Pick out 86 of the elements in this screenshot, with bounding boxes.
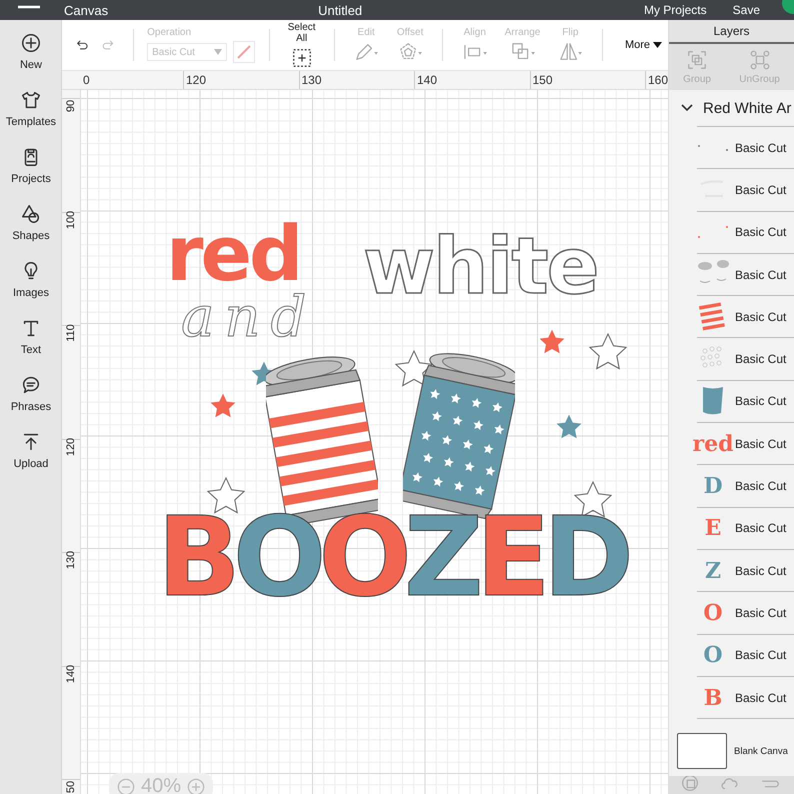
- lettering-character: O: [232, 502, 318, 612]
- layer-thumbnail: D: [703, 475, 723, 498]
- layer-row[interactable]: Basic Cut: [697, 380, 794, 422]
- toolbar-button[interactable]: Select All: [284, 22, 320, 68]
- panel-title: Layers: [669, 20, 794, 44]
- group-icon: [686, 49, 708, 71]
- ruler-label: 120: [65, 437, 77, 456]
- ruler-label: 130: [65, 550, 77, 570]
- operation-label: Operation: [147, 27, 192, 38]
- bold-lettering: red: [166, 216, 300, 292]
- layer-label: Basic Cut: [735, 479, 786, 494]
- outlined-lettering: white: [363, 228, 598, 306]
- header-link[interactable]: Save: [732, 3, 760, 17]
- layer-row[interactable]: O Basic Cut: [697, 591, 794, 634]
- sidebar-item[interactable]: Text: [0, 317, 62, 356]
- layer-group-header[interactable]: Red White Ar: [669, 90, 794, 126]
- layer-row[interactable]: E Basic Cut: [697, 506, 794, 549]
- lettering-character: O: [318, 502, 404, 612]
- layer-label: Basic Cut: [735, 352, 786, 366]
- layer-row[interactable]: Basic Cut: [697, 337, 794, 380]
- ruler-label: 90: [65, 100, 77, 112]
- layer-row[interactable]: D Basic Cut: [697, 464, 794, 507]
- layer-label: Basic Cut: [735, 606, 786, 620]
- sidebar-item[interactable]: Shapes: [0, 203, 62, 242]
- layer-label: Basic Cut: [735, 225, 786, 240]
- layer-label: Basic Cut: [735, 521, 786, 536]
- ruler-label: 110: [65, 324, 77, 342]
- ruler-label: 100: [65, 210, 77, 229]
- layer-row[interactable]: Z Basic Cut: [697, 548, 794, 592]
- ruler-label: 50: [65, 780, 77, 794]
- lettering-character: E: [476, 502, 543, 612]
- ruler-label: 140: [65, 664, 77, 683]
- layer-label: Basic Cut: [735, 690, 786, 704]
- plus-circle-icon: [20, 32, 42, 54]
- ruler-label: 150: [530, 71, 645, 89]
- layer-row[interactable]: O Basic Cut: [697, 634, 794, 676]
- speech-bubble-icon: [20, 374, 42, 396]
- layer-row[interactable]: Basic Cut: [697, 252, 794, 296]
- lettering-character: Z: [404, 502, 476, 612]
- ungroup-icon: [748, 49, 771, 71]
- sidebar-item[interactable]: Images: [0, 260, 62, 299]
- ruler-label: 0: [82, 72, 91, 89]
- layer-thumbnail: E: [704, 517, 722, 540]
- layer-thumbnail: B: [704, 686, 722, 708]
- color-swatch-icon[interactable]: [233, 41, 256, 63]
- zoom-out-icon[interactable]: [117, 778, 135, 794]
- ruler-label: 130: [298, 71, 414, 89]
- sidebar-item[interactable]: Projects: [0, 146, 62, 185]
- canvas-swatch[interactable]: [677, 733, 727, 770]
- caret-icon: [653, 42, 662, 48]
- sidebar-item[interactable]: Templates: [0, 89, 62, 128]
- sidebar-item[interactable]: New: [0, 32, 62, 71]
- header-link[interactable]: My Projects: [644, 3, 707, 17]
- layer-label: Basic Cut: [735, 182, 786, 197]
- layer-label: Basic Cut: [735, 268, 786, 282]
- shirt-icon: [20, 89, 42, 111]
- canvas-label: Blank Canva: [734, 746, 788, 757]
- layer-row[interactable]: Basic Cut: [697, 210, 794, 253]
- layer-label: Basic Cut: [735, 140, 786, 155]
- layer-row[interactable]: B Basic Cut: [697, 676, 794, 720]
- zoom-in-icon[interactable]: [187, 778, 206, 794]
- layer-row[interactable]: Basic Cut: [697, 295, 794, 338]
- lettering-character: B: [157, 502, 233, 612]
- layer-thumbnail: O: [703, 602, 723, 624]
- layer-label: Basic Cut: [735, 648, 786, 662]
- layer-row[interactable]: Basic Cut: [697, 126, 794, 168]
- layer-label: Basic Cut: [735, 436, 786, 451]
- ruler-label: 140: [414, 71, 530, 89]
- ruler-label: 120: [183, 71, 298, 89]
- script-lettering: and: [181, 290, 316, 346]
- layer-row[interactable]: Basic Cut: [697, 168, 794, 211]
- layer-label: Basic Cut: [735, 310, 786, 324]
- chevron-icon[interactable]: [681, 104, 693, 112]
- layer-thumbnail: O: [703, 644, 723, 666]
- shapes-icon: [20, 203, 42, 225]
- sidebar-item[interactable]: Phrases: [0, 374, 62, 413]
- document-title: Untitled: [318, 2, 362, 18]
- select-all-icon: [290, 46, 313, 68]
- layer-thumbnail: Z: [704, 560, 722, 582]
- lettering-character: D: [542, 502, 626, 612]
- layer-label: Basic Cut: [735, 394, 786, 408]
- sidebar-item[interactable]: Upload: [0, 431, 62, 470]
- more-button[interactable]: More: [618, 38, 668, 52]
- caret-icon: [214, 49, 222, 55]
- app-title: Canvas: [64, 2, 108, 18]
- layer-label: Basic Cut: [735, 564, 786, 578]
